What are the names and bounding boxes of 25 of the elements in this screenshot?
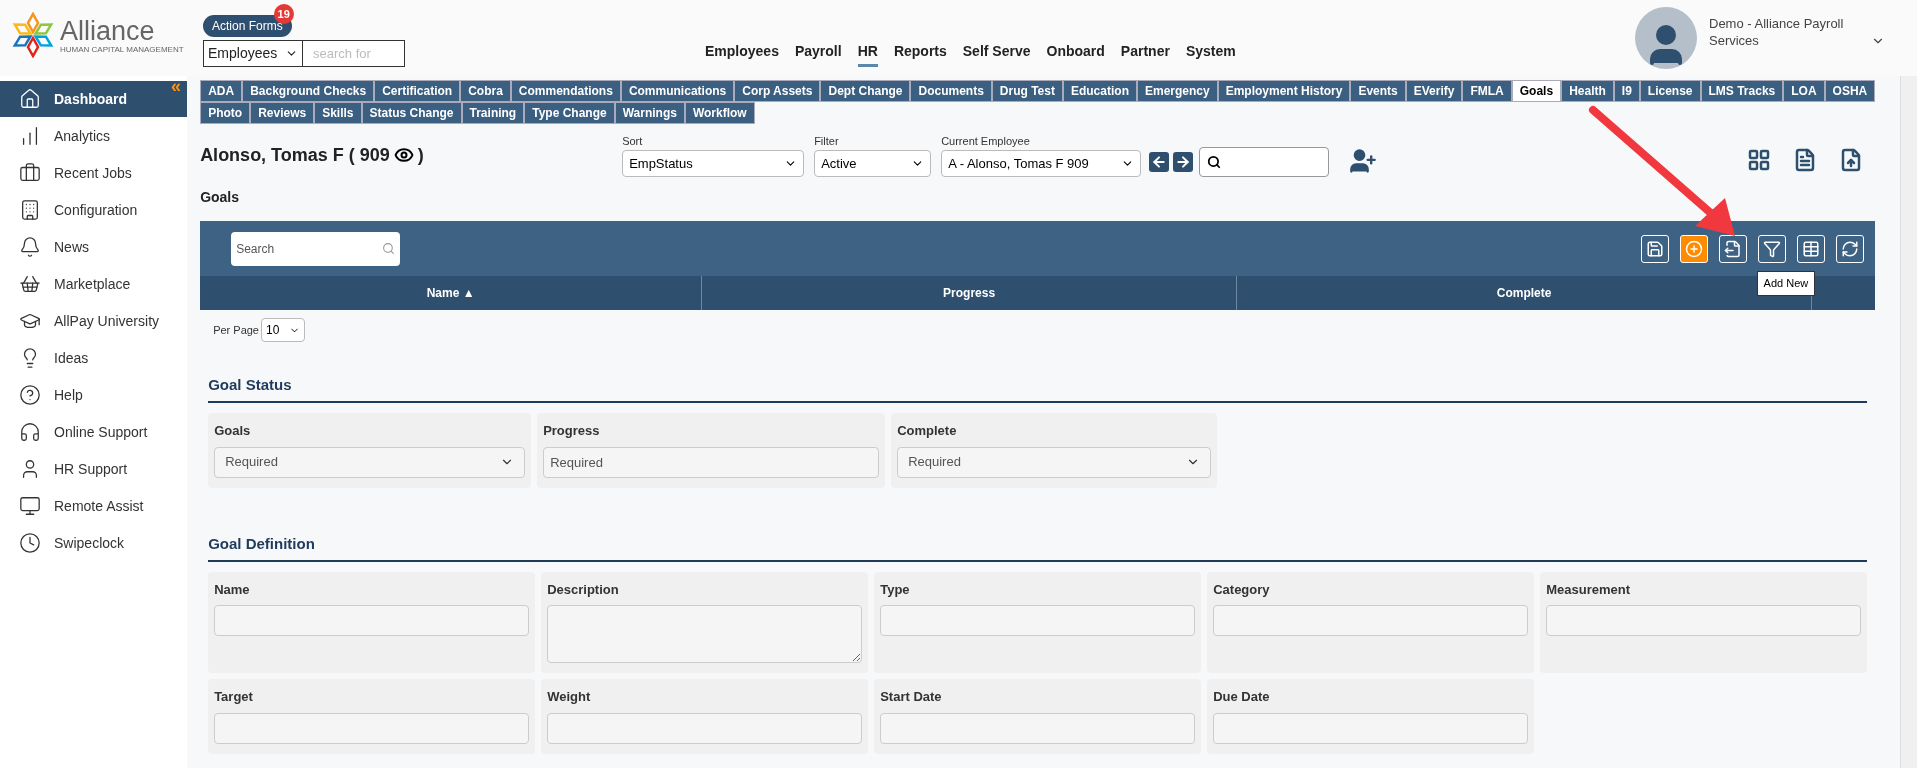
- logo-text: Alliance: [60, 16, 156, 45]
- field-label: Target: [214, 688, 254, 706]
- section-heading: Goal Status: [208, 376, 292, 393]
- current-employee-label: Current Employee: [941, 134, 1031, 150]
- field-label: Progress: [543, 422, 601, 440]
- field-label: Start Date: [880, 688, 943, 706]
- field-label: Type: [880, 580, 911, 599]
- field-label: Complete: [897, 422, 958, 440]
- field-label: Weight: [547, 688, 592, 706]
- notification-badge: 19: [273, 4, 294, 24]
- field-label: Name: [214, 580, 251, 599]
- field-label: Goals: [214, 422, 252, 440]
- tooltip: Add New: [1756, 271, 1816, 296]
- closing-paren: ): [417, 143, 424, 167]
- field-label: Description: [547, 580, 620, 599]
- sort-label: Sort: [622, 134, 644, 150]
- logo-tagline: HUMAN CAPITAL MANAGEMENT: [60, 44, 184, 54]
- field-label: Category: [1213, 580, 1271, 599]
- section-heading: Goal Definition: [208, 534, 315, 552]
- field-label: Due Date: [1213, 688, 1271, 706]
- field-label: Measurement: [1546, 580, 1632, 599]
- section-title: Goals: [200, 188, 241, 207]
- employee-name: Alonso, Tomas F ( 909: [200, 143, 390, 167]
- filter-label: Filter: [814, 134, 840, 150]
- per-page-label: Per Page: [213, 322, 259, 338]
